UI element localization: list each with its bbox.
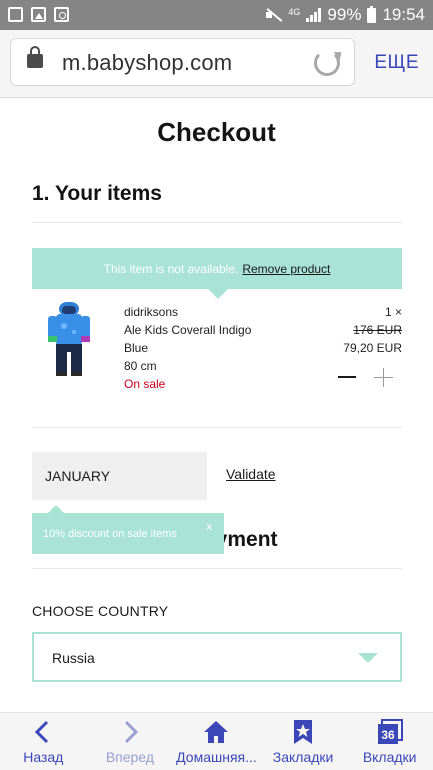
country-select[interactable]: Russia xyxy=(32,632,402,682)
tabs-icon: 36 xyxy=(377,719,403,744)
nav-tabs-button[interactable]: 36 Вкладки xyxy=(346,713,433,770)
sale-badge: On sale xyxy=(124,377,166,391)
tooltip-close-button[interactable]: x xyxy=(207,521,213,533)
more-menu-button[interactable]: ЕЩЕ xyxy=(374,52,419,74)
nav-back-button[interactable]: Назад xyxy=(0,713,87,770)
product-quantity: 1 × xyxy=(384,305,402,319)
battery-percent: 99% xyxy=(327,5,362,24)
discount-tooltip: 10% discount on sale items x xyxy=(32,505,224,554)
url-text[interactable]: m.babyshop.com xyxy=(62,50,232,76)
remove-product-link[interactable]: Remove product xyxy=(242,262,330,276)
reload-icon[interactable] xyxy=(314,50,340,76)
decrease-quantity-button[interactable] xyxy=(338,376,356,378)
mute-icon xyxy=(266,8,282,22)
battery-icon xyxy=(367,5,377,23)
product-brand: didriksons xyxy=(124,305,179,319)
product-image[interactable] xyxy=(44,300,94,378)
product-details: didriksons Ale Kids Coverall Indigo Blue… xyxy=(124,303,251,393)
tooltip-text: 10% discount on sale items xyxy=(43,527,177,540)
tabs-count: 36 xyxy=(381,728,395,742)
current-price: 79,20 EUR xyxy=(343,341,402,355)
old-price: 176 EUR xyxy=(353,323,402,337)
back-arrow-icon xyxy=(35,720,49,744)
nav-forward-label: Вперед xyxy=(105,749,154,765)
network-type: 4G xyxy=(288,6,301,17)
country-selected-value: Russia xyxy=(52,650,95,666)
browser-bottom-nav: Назад Вперед Домашняя... Закладки 36 Вкл… xyxy=(0,712,433,770)
home-icon xyxy=(204,721,229,743)
clipboard-icon xyxy=(54,7,69,22)
nav-home-button[interactable]: Домашняя... xyxy=(173,713,260,770)
image-notification-icon xyxy=(31,7,46,22)
nav-bookmarks-label: Закладки xyxy=(272,749,334,765)
forward-arrow-icon xyxy=(124,720,139,744)
discount-code-input[interactable] xyxy=(32,452,207,500)
clock: 19:54 xyxy=(382,5,425,24)
unavailable-notice: This item is not available. Remove produ… xyxy=(32,248,402,299)
product-pricing: 1 × 176 EUR 79,20 EUR xyxy=(343,303,402,357)
divider xyxy=(32,568,402,569)
address-bar[interactable]: m.babyshop.com xyxy=(10,38,355,86)
signal-icon xyxy=(306,8,322,22)
product-size: 80 cm xyxy=(124,359,157,373)
nav-home-label: Домашняя... xyxy=(176,749,257,765)
divider xyxy=(32,222,402,223)
nav-bookmarks-button[interactable]: Закладки xyxy=(260,713,347,770)
increase-quantity-button[interactable] xyxy=(374,368,393,387)
product-name[interactable]: Ale Kids Coverall Indigo xyxy=(124,321,251,339)
nav-back-label: Назад xyxy=(23,749,64,765)
validate-button[interactable]: Validate xyxy=(226,466,276,482)
notification-icons xyxy=(8,7,69,22)
page-title: Checkout xyxy=(157,117,276,147)
browser-toolbar: m.babyshop.com ЕЩЕ xyxy=(0,30,433,98)
nav-tabs-label: Вкладки xyxy=(362,749,417,765)
notice-text: This item is not available. xyxy=(103,261,239,276)
country-label: CHOOSE COUNTRY xyxy=(32,603,169,619)
section-your-items-title: 1. Your items xyxy=(32,182,162,205)
bookmark-star-icon xyxy=(294,720,313,744)
nav-forward-button[interactable]: Вперед xyxy=(87,713,174,770)
status-bar: 4G 99% 19:54 xyxy=(0,0,433,30)
product-color: Blue xyxy=(124,341,149,355)
lock-icon xyxy=(27,46,43,68)
chevron-down-icon xyxy=(358,653,378,663)
divider xyxy=(32,427,402,428)
notification-box-icon xyxy=(8,7,23,22)
